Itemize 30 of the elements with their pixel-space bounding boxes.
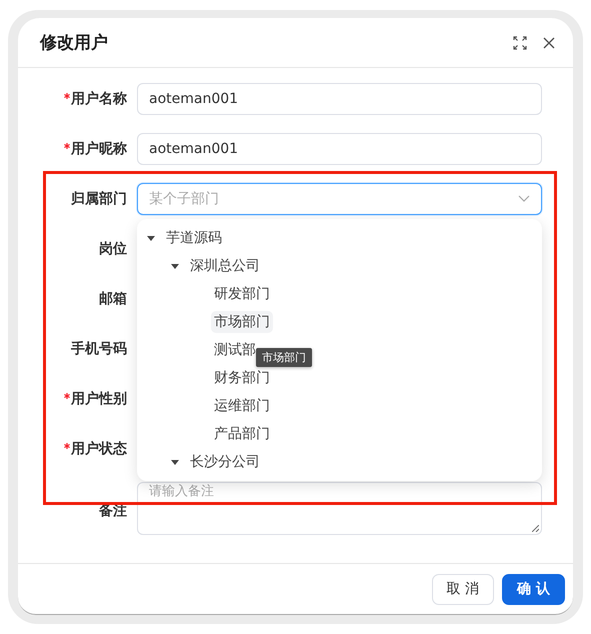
text-input[interactable]: aoteman001 <box>137 83 542 115</box>
field-label: 邮箱 <box>99 290 127 308</box>
tree-item[interactable]: 芋道源码 <box>163 227 225 249</box>
caret-icon[interactable] <box>171 264 179 268</box>
fullscreen-icon[interactable] <box>513 36 527 50</box>
caret-icon[interactable] <box>147 236 155 240</box>
tooltip: 市场部门 <box>256 348 312 367</box>
tree-item[interactable]: 市场部门 <box>211 311 273 333</box>
caret-icon[interactable] <box>171 460 179 464</box>
tree-item[interactable]: 产品部门 <box>211 423 273 445</box>
close-icon[interactable] <box>543 36 555 48</box>
resize-grip-icon <box>532 525 539 532</box>
tree-item[interactable]: 财务部门 <box>211 367 273 389</box>
field-label: 归属部门 <box>71 190 127 208</box>
tree-item[interactable]: 运维部门 <box>211 395 273 417</box>
field-label: 用户性别 <box>71 390 127 408</box>
tree-item[interactable]: 深圳总公司 <box>187 255 263 277</box>
field-label: 岗位 <box>99 240 127 258</box>
field-label: 手机号码 <box>71 340 127 358</box>
text-input[interactable]: aoteman001 <box>137 133 542 165</box>
cancel-button[interactable]: 取 消 <box>432 574 494 604</box>
field-label: 用户名称 <box>71 90 127 108</box>
field-label: 用户昵称 <box>71 140 127 158</box>
confirm-button[interactable]: 确 认 <box>502 574 565 604</box>
tree-item[interactable]: 测试部 <box>211 339 259 361</box>
dialog-title: 修改用户 <box>40 32 108 54</box>
tree-item[interactable]: 长沙分公司 <box>187 451 263 473</box>
chevron-down-icon <box>518 195 530 203</box>
field-label: 用户状态 <box>71 440 127 458</box>
tree-item[interactable]: 研发部门 <box>211 283 273 305</box>
